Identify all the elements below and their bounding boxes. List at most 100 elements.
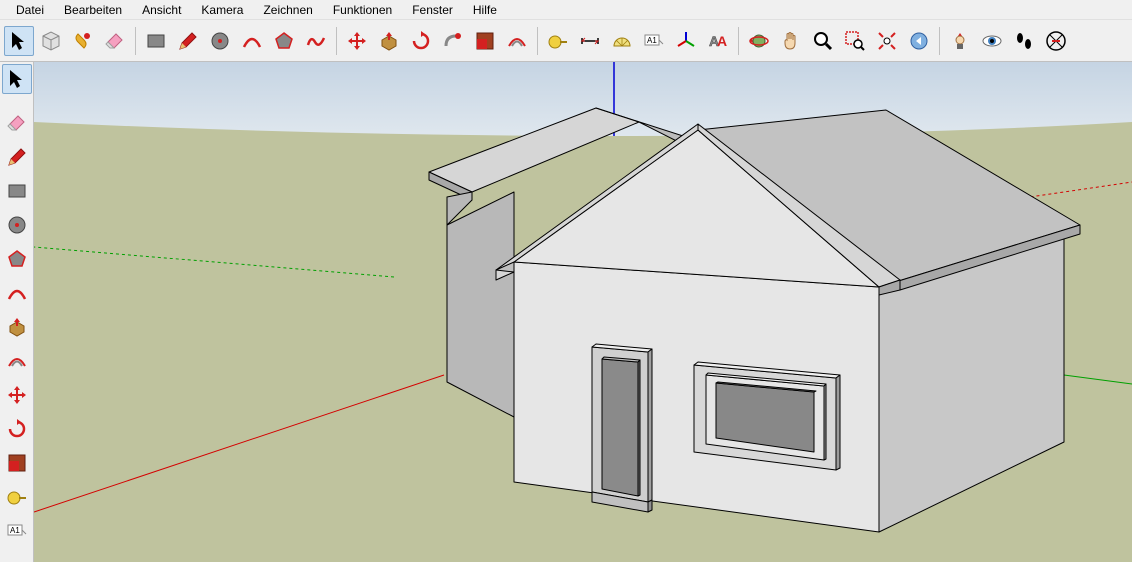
line-tool[interactable] — [2, 142, 32, 172]
component-icon — [40, 30, 62, 52]
scale-tool[interactable] — [470, 26, 500, 56]
camera-icon — [949, 30, 971, 52]
viewport-3d[interactable] — [34, 62, 1132, 562]
menu-edit[interactable]: Bearbeiten — [54, 1, 132, 19]
move-tool[interactable] — [2, 380, 32, 410]
zoom-extents-tool[interactable] — [872, 26, 902, 56]
menu-window[interactable]: Fenster — [402, 1, 463, 19]
tape-measure-tool[interactable] — [2, 482, 32, 512]
line-tool[interactable] — [173, 26, 203, 56]
previous-icon — [908, 30, 930, 52]
eraser-icon — [6, 112, 28, 134]
arc-tool[interactable] — [237, 26, 267, 56]
pushpull-icon — [6, 316, 28, 338]
walk-icon — [1013, 30, 1035, 52]
zoom-window-tool[interactable] — [840, 26, 870, 56]
scene-svg — [34, 62, 1132, 562]
polygon-icon — [273, 30, 295, 52]
zoom-tool[interactable] — [808, 26, 838, 56]
circle-icon — [6, 214, 28, 236]
scale-icon — [474, 30, 496, 52]
previous-tool[interactable] — [904, 26, 934, 56]
zoom-icon — [812, 30, 834, 52]
select-tool[interactable] — [4, 26, 34, 56]
zoomwindow-icon — [844, 30, 866, 52]
rotate-icon — [6, 418, 28, 440]
menubar: Datei Bearbeiten Ansicht Kamera Zeichnen… — [0, 0, 1132, 20]
text-tool[interactable]: A1 — [639, 26, 669, 56]
eraser-tool[interactable] — [2, 108, 32, 138]
dimension-icon — [579, 30, 601, 52]
arc-icon — [6, 282, 28, 304]
menu-file[interactable]: Datei — [6, 1, 54, 19]
make-component-tool[interactable] — [36, 26, 66, 56]
orbit-tool[interactable] — [744, 26, 774, 56]
push-pull-tool[interactable] — [374, 26, 404, 56]
offset-icon — [6, 350, 28, 372]
scale-icon — [6, 452, 28, 474]
circle-icon — [209, 30, 231, 52]
arc-tool[interactable] — [2, 278, 32, 308]
text-tool[interactable]: A1 — [2, 516, 32, 546]
polygon-tool[interactable] — [269, 26, 299, 56]
freehand-icon — [305, 30, 327, 52]
menu-tools[interactable]: Funktionen — [323, 1, 402, 19]
menu-draw[interactable]: Zeichnen — [253, 1, 322, 19]
axes-icon — [675, 30, 697, 52]
arrow-icon — [6, 68, 28, 90]
eraser-icon — [104, 30, 126, 52]
position-camera-tool[interactable] — [945, 26, 975, 56]
eraser-tool[interactable] — [100, 26, 130, 56]
rectangle-tool[interactable] — [2, 176, 32, 206]
rectangle-tool[interactable] — [141, 26, 171, 56]
circle-tool[interactable] — [2, 210, 32, 240]
move-icon — [6, 384, 28, 406]
orbit-icon — [748, 30, 770, 52]
rotate-icon — [410, 30, 432, 52]
offset-tool[interactable] — [2, 346, 32, 376]
rotate-tool[interactable] — [406, 26, 436, 56]
section-plane-tool[interactable] — [1041, 26, 1071, 56]
tape-icon — [6, 486, 28, 508]
polygon-icon — [6, 248, 28, 270]
toolbar-side: A1 — [0, 62, 34, 562]
follow-me-tool[interactable] — [438, 26, 468, 56]
3d-text-tool[interactable]: AA — [703, 26, 733, 56]
scale-tool[interactable] — [2, 448, 32, 478]
toolbar-separator — [537, 27, 538, 55]
toolbar-separator — [336, 27, 337, 55]
freehand-tool[interactable] — [301, 26, 331, 56]
offset-tool[interactable] — [502, 26, 532, 56]
circle-tool[interactable] — [205, 26, 235, 56]
toolbar-top: A1 AA — [0, 20, 1132, 62]
zoomextents-icon — [876, 30, 898, 52]
toolbar-separator — [939, 27, 940, 55]
select-tool[interactable] — [2, 64, 32, 94]
menu-help[interactable]: Hilfe — [463, 1, 507, 19]
move-tool[interactable] — [342, 26, 372, 56]
rotate-tool[interactable] — [2, 414, 32, 444]
look-around-tool[interactable] — [977, 26, 1007, 56]
polygon-tool[interactable] — [2, 244, 32, 274]
svg-text:A: A — [709, 33, 719, 49]
rect-icon — [6, 180, 28, 202]
menu-view[interactable]: Ansicht — [132, 1, 191, 19]
pencil-icon — [6, 146, 28, 168]
pan-icon — [780, 30, 802, 52]
dimensions-tool[interactable] — [575, 26, 605, 56]
text-icon: A1 — [6, 520, 28, 542]
axes-tool[interactable] — [671, 26, 701, 56]
pan-tool[interactable] — [776, 26, 806, 56]
followme-icon — [442, 30, 464, 52]
arc-icon — [241, 30, 263, 52]
protractor-tool[interactable] — [607, 26, 637, 56]
pushpull-icon — [378, 30, 400, 52]
paint-bucket-tool[interactable] — [68, 26, 98, 56]
push-pull-tool[interactable] — [2, 312, 32, 342]
tape-measure-tool[interactable] — [543, 26, 573, 56]
section-icon — [1045, 30, 1067, 52]
3dtext-icon: AA — [707, 30, 729, 52]
menu-camera[interactable]: Kamera — [191, 1, 253, 19]
walk-tool[interactable] — [1009, 26, 1039, 56]
pencil-icon — [177, 30, 199, 52]
